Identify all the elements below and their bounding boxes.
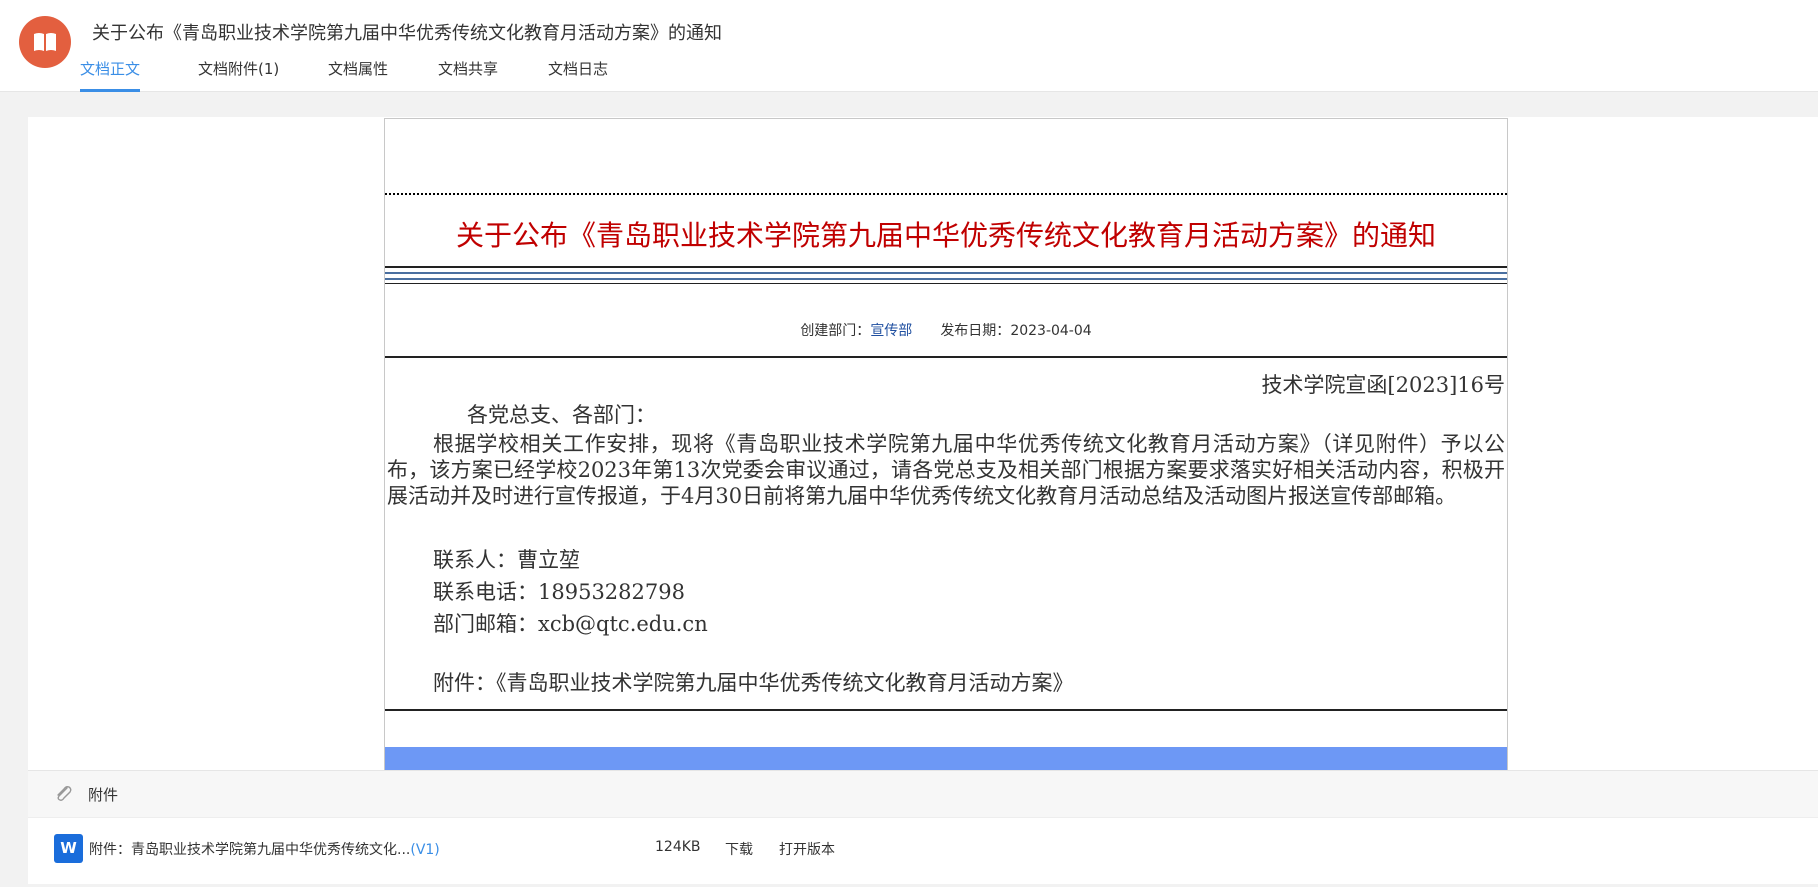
attachment-size: 124KB	[655, 839, 701, 855]
attachment-header: 附件	[28, 771, 1818, 818]
contact-email: 部门邮箱：xcb@qtc.edu.cn	[433, 612, 708, 636]
download-button[interactable]: 下载	[725, 839, 753, 859]
attachment-reference: 附件：《青岛职业技术学院第九届中华优秀传统文化教育月活动方案》	[433, 671, 1074, 695]
dept-label: 创建部门：	[800, 323, 871, 339]
open-book-icon	[34, 33, 56, 51]
header-dotted-divider	[385, 193, 1507, 195]
document-meta: 创建部门：宣传部 发布日期：2023-04-04	[385, 320, 1507, 340]
contact-phone: 联系电话：18953282798	[433, 580, 685, 604]
tab-document-share[interactable]: 文档共享	[438, 56, 498, 89]
attachment-file-link[interactable]: 附件：青岛职业技术学院第九届中华优秀传统文化...(V1)	[89, 839, 440, 859]
tab-document-properties[interactable]: 文档属性	[328, 56, 388, 89]
footer-divider	[385, 709, 1507, 711]
greeting: 各党总支、各部门：	[467, 403, 656, 427]
paperclip-icon	[57, 786, 72, 801]
meta-divider	[385, 356, 1507, 358]
contact-person: 联系人：曹立堃	[433, 548, 580, 572]
attachment-panel: 附件 W 附件：青岛职业技术学院第九届中华优秀传统文化...(V1) 124KB…	[28, 770, 1818, 884]
app-logo	[19, 16, 71, 68]
attachment-header-label: 附件	[88, 786, 119, 804]
page-title: 关于公布《青岛职业技术学院第九届中华优秀传统文化教育月活动方案》的通知	[92, 23, 722, 44]
date-value: 2023-04-04	[1010, 323, 1092, 339]
footer-band	[385, 747, 1507, 771]
tab-document-body[interactable]: 文档正文	[80, 56, 141, 92]
title-divider	[385, 278, 1507, 280]
dept-value: 宣传部	[870, 323, 913, 339]
tab-document-attachments[interactable]: 文档附件(1)	[198, 56, 279, 89]
document-page: 关于公布《青岛职业技术学院第九届中华优秀传统文化教育月活动方案》的通知 创建部门…	[384, 118, 1508, 771]
document-viewer: 关于公布《青岛职业技术学院第九届中华优秀传统文化教育月活动方案》的通知 创建部门…	[28, 117, 1818, 771]
title-divider	[385, 272, 1507, 274]
title-divider	[385, 266, 1507, 268]
document-number: 技术学院宣函[2023]16号	[1261, 373, 1505, 397]
document-title: 关于公布《青岛职业技术学院第九届中华优秀传统文化教育月活动方案》的通知	[455, 219, 1436, 252]
tab-document-log[interactable]: 文档日志	[548, 56, 608, 89]
attachment-version[interactable]: (V1)	[410, 842, 439, 858]
body-paragraph: 根据学校相关工作安排，现将《青岛职业技术学院第九届中华优秀传统文化教育月活动方案…	[387, 432, 1505, 508]
attachment-row: W 附件：青岛职业技术学院第九届中华优秀传统文化...(V1) 124KB 下载…	[28, 827, 1818, 871]
date-label: 发布日期：	[940, 323, 1011, 339]
word-file-icon: W	[54, 834, 83, 863]
attachment-file-name: 附件：青岛职业技术学院第九届中华优秀传统文化...	[89, 842, 411, 858]
top-bar: 关于公布《青岛职业技术学院第九届中华优秀传统文化教育月活动方案》的通知 文档正文…	[0, 0, 1818, 92]
title-divider	[385, 283, 1507, 284]
open-version-button[interactable]: 打开版本	[779, 839, 835, 859]
